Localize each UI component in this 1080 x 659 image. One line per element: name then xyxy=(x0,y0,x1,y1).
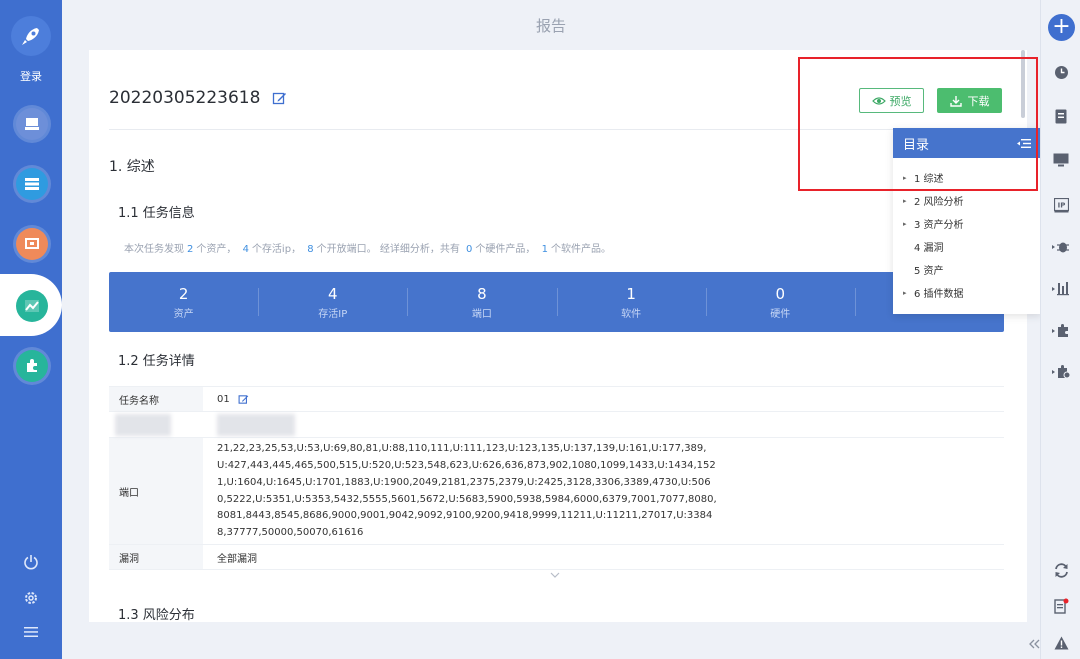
add-icon[interactable]: + xyxy=(1048,14,1075,41)
left-sidebar: 登录 xyxy=(0,0,62,659)
table-row-vulns: 漏洞 全部漏洞 xyxy=(109,545,1004,570)
app-logo[interactable] xyxy=(11,16,51,56)
stat-assets: 2 资产 xyxy=(173,284,194,320)
toc-item-asset-analysis[interactable]: ▸ 3 资产分析 xyxy=(893,212,1041,235)
redacted-label xyxy=(115,413,171,436)
task-details-table: 任务名称 01 端口 21,22,23,25,53,U:53,U:69,80,8… xyxy=(109,386,1004,570)
power-icon[interactable] xyxy=(21,552,41,572)
warning-icon[interactable] xyxy=(1051,633,1071,653)
menu-icon[interactable] xyxy=(21,622,41,642)
vuln-value: 全部漏洞 xyxy=(217,553,257,565)
rocket-icon xyxy=(22,28,39,45)
login-link[interactable]: 登录 xyxy=(0,68,62,84)
stats-bar: 2资产 4存活IP 8端口 1软件 0硬件 漏洞 xyxy=(109,272,1004,332)
edit-title-icon[interactable] xyxy=(272,91,287,106)
table-row-ports: 端口 21,22,23,25,53,U:53,U:69,80,81,U:88,1… xyxy=(109,438,1004,545)
bar-chart-icon[interactable] xyxy=(1051,278,1071,298)
nav-list-icon[interactable] xyxy=(16,168,48,200)
puzzle-icon[interactable] xyxy=(1051,320,1071,340)
port-label: 端口 xyxy=(109,438,203,544)
caret-right-icon: ▸ xyxy=(903,196,907,205)
report-title-row: 20220305223618 xyxy=(109,88,287,108)
section-task-info-heading: 1.1 任务信息 xyxy=(118,206,195,221)
nav-screen-icon[interactable] xyxy=(16,228,48,260)
section-overview-heading: 1. 综述 xyxy=(109,159,155,175)
section-task-details-heading: 1.2 任务详情 xyxy=(118,354,195,369)
document-icon[interactable] xyxy=(1051,106,1071,126)
redacted-value xyxy=(217,413,295,436)
table-row-task-name: 任务名称 01 xyxy=(109,387,1004,412)
refresh-icon[interactable] xyxy=(1051,560,1071,580)
toc-item-plugin-data[interactable]: ▸ 6 插件数据 xyxy=(893,281,1041,304)
table-row-redacted xyxy=(109,412,1004,438)
notification-document-icon[interactable] xyxy=(1051,596,1071,616)
monitor-icon[interactable] xyxy=(1051,150,1071,170)
highlight-box xyxy=(798,57,1038,191)
stat-ports: 8 端口 xyxy=(407,272,556,332)
toc-item-vulns[interactable]: 4 漏洞 xyxy=(893,235,1041,258)
section-risk-distribution-heading: 1.3 风险分布 xyxy=(118,608,195,622)
toc-item-assets[interactable]: 5 资产 xyxy=(893,258,1041,281)
expand-chevron-down-icon[interactable] xyxy=(550,570,560,581)
caret-right-icon: ▸ xyxy=(903,219,907,228)
task-name-label: 任务名称 xyxy=(109,387,203,411)
bug-icon[interactable] xyxy=(1051,236,1071,256)
plugin-settings-icon[interactable] xyxy=(1051,361,1071,381)
nav-report-icon[interactable] xyxy=(16,290,48,322)
nav-plugin-icon[interactable] xyxy=(16,350,48,382)
edit-task-name-icon[interactable] xyxy=(238,394,249,405)
stat-software: 1 软件 xyxy=(556,272,706,332)
settings-gear-icon[interactable] xyxy=(21,588,41,608)
port-list-value: 21,22,23,25,53,U:53,U:69,80,81,U:88,110,… xyxy=(217,443,717,539)
stat-live-ip: 4 存活IP xyxy=(258,272,407,332)
page-title: 报告 xyxy=(535,16,566,35)
collapse-double-chevron-icon[interactable] xyxy=(1027,636,1041,650)
stat-hardware: 0 硬件 xyxy=(705,272,855,332)
toc-item-risk-analysis[interactable]: ▸ 2 风险分析 xyxy=(893,189,1041,212)
vuln-label: 漏洞 xyxy=(109,545,203,569)
svg-text:IP: IP xyxy=(1057,201,1065,209)
task-name-value: 01 xyxy=(217,393,230,405)
right-toolbar: + IP xyxy=(1040,0,1080,659)
nav-tasks-icon[interactable] xyxy=(16,108,48,140)
clock-icon[interactable] xyxy=(1051,62,1071,82)
ip-icon[interactable]: IP xyxy=(1051,195,1071,215)
task-summary-text: 本次任务发现 2 个资产， 4 个存活ip， 8 个开放端口。 经详细分析，共有 0 个硬… xyxy=(124,244,611,255)
caret-right-icon: ▸ xyxy=(903,288,907,297)
report-title: 20220305223618 xyxy=(109,88,261,108)
